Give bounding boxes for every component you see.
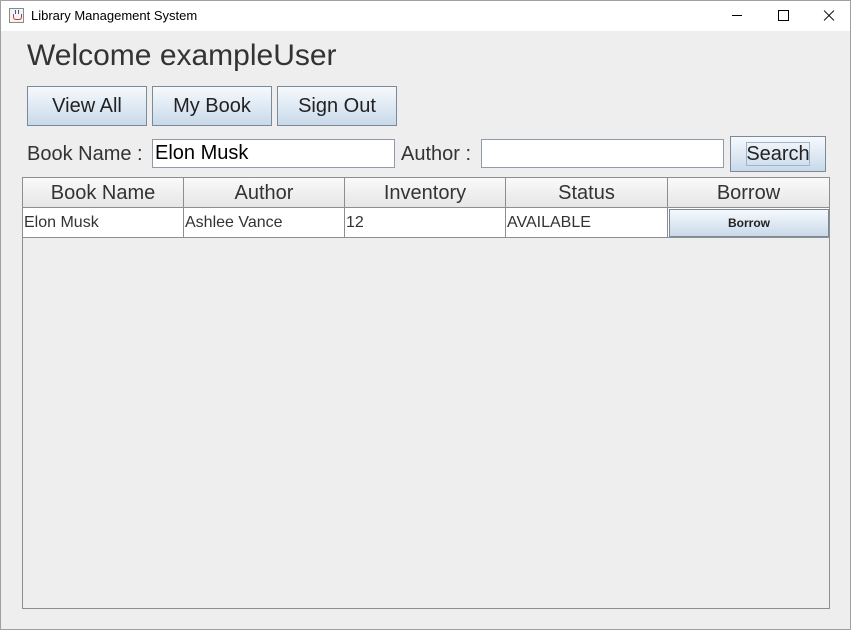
column-header-status[interactable]: Status xyxy=(506,178,668,208)
column-header-author[interactable]: Author xyxy=(184,178,345,208)
books-table[interactable]: Book Name Author Inventory Status Borrow… xyxy=(22,177,830,609)
column-header-borrow[interactable]: Borrow xyxy=(668,178,829,208)
column-header-inventory[interactable]: Inventory xyxy=(345,178,506,208)
table-row[interactable]: Elon Musk Ashlee Vance 12 AVAILABLE Borr… xyxy=(23,208,829,238)
java-cup-icon xyxy=(9,8,24,23)
cell-inventory[interactable]: 12 xyxy=(345,208,506,238)
minimize-icon[interactable] xyxy=(714,1,760,31)
maximize-icon[interactable] xyxy=(760,1,806,31)
cell-book-name[interactable]: Elon Musk xyxy=(23,208,184,238)
book-name-label: Book Name : xyxy=(27,143,143,165)
cell-borrow: Borrow xyxy=(668,208,829,238)
book-name-input[interactable] xyxy=(152,139,395,168)
sign-out-button[interactable]: Sign Out xyxy=(277,86,397,126)
app-window: Library Management System Welcome exampl… xyxy=(0,0,851,630)
my-book-button[interactable]: My Book xyxy=(152,86,272,126)
column-header-book-name[interactable]: Book Name xyxy=(23,178,184,208)
borrow-button[interactable]: Borrow xyxy=(669,209,829,237)
welcome-heading: Welcome exampleUser xyxy=(27,39,337,72)
author-label: Author : xyxy=(401,143,472,165)
cell-status[interactable]: AVAILABLE xyxy=(506,208,668,238)
table-header: Book Name Author Inventory Status Borrow xyxy=(23,178,829,208)
window-title: Library Management System xyxy=(31,8,198,23)
author-input[interactable] xyxy=(481,139,724,168)
cell-author[interactable]: Ashlee Vance xyxy=(184,208,345,238)
search-button-label: Search xyxy=(746,143,810,165)
view-all-button[interactable]: View All xyxy=(27,86,147,126)
close-icon[interactable] xyxy=(806,1,851,31)
title-bar[interactable]: Library Management System xyxy=(1,1,850,31)
search-button[interactable]: Search xyxy=(730,136,826,172)
